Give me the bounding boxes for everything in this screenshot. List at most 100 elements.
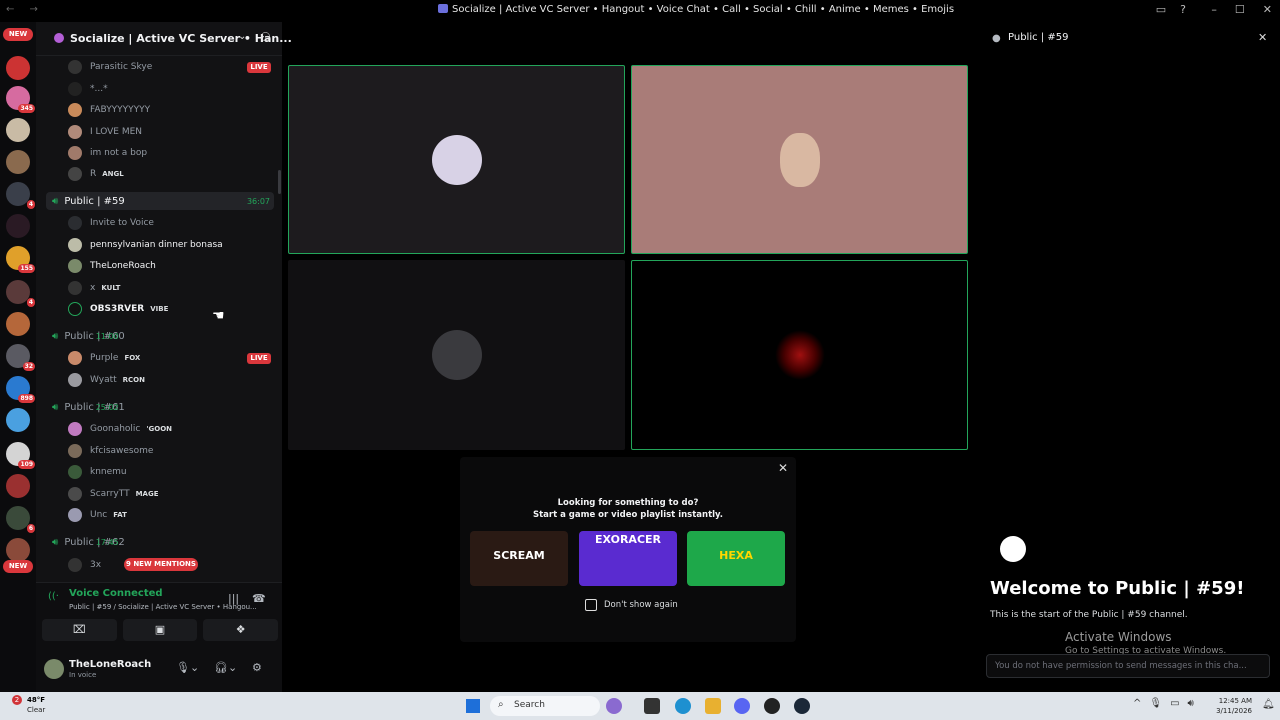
server-icon[interactable]: 109	[6, 442, 35, 469]
invite-people-icon[interactable]: ⚇	[260, 30, 271, 44]
notification-bell-icon[interactable]: 🔔︎	[1262, 699, 1275, 710]
server-icon[interactable]: 6	[6, 506, 35, 533]
server-avatar	[54, 33, 64, 43]
voice-member[interactable]: *...*	[68, 80, 108, 98]
server-icon[interactable]: 345	[6, 86, 35, 113]
taskbar-search[interactable]: ⌕ Search	[490, 696, 600, 716]
sidebar-scrollbar[interactable]	[278, 170, 281, 194]
member-name: OBS3RVER	[90, 304, 145, 314]
help-icon[interactable]: ?	[1180, 3, 1186, 16]
user-status: In voice	[69, 671, 97, 679]
close-window-button[interactable]: ✕	[1263, 3, 1272, 16]
voice-member[interactable]: knnemu	[68, 463, 127, 481]
dont-show-label[interactable]: Don't show again	[604, 600, 678, 610]
server-icon[interactable]: 4	[6, 280, 35, 307]
game-card-hexa[interactable]: HEXA	[687, 531, 785, 586]
headphones-icon[interactable]: 🎧︎⌄	[214, 661, 237, 674]
game-card-scream[interactable]: SCREAM	[470, 531, 568, 586]
signal-icon[interactable]: ((·	[48, 591, 59, 602]
voice-member[interactable]: im not a bop	[68, 144, 147, 162]
gear-icon[interactable]: ⚙	[252, 661, 262, 674]
clock-date: 3/11/2026	[1216, 707, 1252, 715]
voice-member[interactable]: R ANGL	[68, 165, 124, 183]
server-icon[interactable]	[6, 312, 30, 336]
windows-start-icon[interactable]	[466, 699, 480, 713]
server-header[interactable]: Socialize | Active VC Server • Han... ⌄ …	[36, 22, 292, 56]
weather-temp: 48°F	[27, 696, 46, 704]
microphone-icon[interactable]: 🎙︎⌄	[176, 661, 199, 674]
channel-sidebar: Socialize | Active VC Server • Han... ⌄ …	[36, 22, 292, 692]
disconnect-icon[interactable]: ☎	[252, 592, 266, 605]
edge-icon[interactable]	[675, 698, 691, 714]
voice-member[interactable]: ScarryTT MAGE	[68, 485, 159, 503]
voice-member[interactable]: Wyatt RCON	[68, 371, 145, 389]
server-icon[interactable]	[6, 56, 30, 80]
close-icon[interactable]: ✕	[778, 461, 788, 475]
video-tile[interactable]	[631, 65, 968, 254]
camera-off-button[interactable]: ⌧	[42, 619, 117, 641]
server-icon[interactable]: 4	[6, 182, 35, 209]
welcome-heading: Welcome to Public | #59!	[990, 578, 1245, 599]
server-icon[interactable]	[6, 408, 30, 432]
voice-member[interactable]: OBS3RVER VIBE	[68, 300, 168, 318]
server-icon[interactable]: 155	[6, 246, 35, 273]
voice-member[interactable]: x KULT	[68, 279, 120, 297]
voice-channel-public-60[interactable]: 🔊︎ Public | #60 11:00	[52, 327, 125, 345]
channel-name: Public | #59	[64, 195, 125, 207]
taskbar-clock[interactable]: 12:45 AM 3/11/2026	[1214, 696, 1252, 716]
weather-widget[interactable]: 48°F Clear	[27, 695, 45, 715]
voice-member[interactable]: kfcisawesome	[68, 442, 153, 460]
voice-member[interactable]: Unc FAT	[68, 506, 127, 524]
voice-member[interactable]: Goonaholic 'GOON	[68, 420, 172, 438]
voice-member[interactable]: 3x	[68, 556, 101, 574]
server-icon[interactable]: 898	[6, 376, 35, 403]
inbox-icon[interactable]: ▭	[1156, 3, 1166, 16]
history-nav[interactable]: ← →	[6, 4, 44, 15]
task-view-icon[interactable]	[644, 698, 660, 714]
file-explorer-icon[interactable]	[705, 698, 721, 714]
voice-member[interactable]: Purple FOX	[68, 349, 140, 367]
member-name: knnemu	[90, 467, 127, 477]
avatar	[68, 238, 82, 252]
steam-icon[interactable]	[794, 698, 810, 714]
game-card-exoracer[interactable]: EXORACER	[579, 531, 677, 586]
member-tag: ANGL	[102, 170, 124, 178]
activities-button[interactable]: ❖	[203, 619, 279, 641]
voice-member[interactable]: TheLoneRoach	[68, 257, 156, 275]
avatar[interactable]	[44, 659, 64, 679]
obs-icon[interactable]	[764, 698, 780, 714]
voice-member[interactable]: pennsylvanian dinner bonasa	[68, 236, 223, 254]
invite-to-voice[interactable]: Invite to Voice	[68, 214, 154, 232]
member-tag: 'GOON	[146, 425, 173, 433]
server-icon[interactable]	[6, 474, 30, 498]
voice-channel-public-59[interactable]: 🔊︎ Public | #59 36:07	[46, 192, 274, 210]
system-tray-icons[interactable]: ^🎙︎▭🔊︎	[1133, 698, 1202, 709]
server-icon[interactable]	[6, 214, 30, 238]
close-icon[interactable]: ✕	[1258, 31, 1267, 44]
server-icon[interactable]	[6, 118, 30, 142]
server-icon[interactable]: 32	[6, 344, 35, 371]
minimize-button[interactable]: –	[1211, 3, 1217, 16]
copilot-icon[interactable]	[606, 698, 622, 714]
noise-suppression-icon[interactable]: |||	[228, 592, 239, 605]
voice-member[interactable]: Parasitic Skye	[68, 58, 152, 76]
user-name[interactable]: TheLoneRoach	[69, 659, 151, 670]
video-tile[interactable]	[631, 260, 968, 450]
chevron-down-icon[interactable]: ⌄	[238, 31, 246, 42]
maximize-button[interactable]: ☐	[1235, 3, 1245, 16]
user-panel: TheLoneRoach In voice 🎙︎⌄ 🎧︎⌄ ⚙	[36, 651, 282, 691]
video-tile[interactable]	[288, 260, 625, 450]
server-icon[interactable]	[6, 538, 30, 562]
new-mentions-badge[interactable]: 9 NEW MENTIONS	[124, 558, 198, 571]
message-input[interactable]: You do not have permission to send messa…	[986, 654, 1270, 678]
dont-show-checkbox[interactable]	[585, 599, 597, 611]
screen-share-button[interactable]: ▣	[122, 619, 198, 641]
server-icon[interactable]	[6, 150, 30, 174]
voice-member[interactable]: FABYYYYYYYY	[68, 101, 150, 119]
voice-channel-public-61[interactable]: 🔊︎ Public | #61 25:02	[52, 398, 125, 416]
discord-icon[interactable]	[734, 698, 750, 714]
voice-member[interactable]: I LOVE MEN	[68, 123, 142, 141]
voice-status[interactable]: Voice Connected	[69, 588, 163, 599]
voice-channel-public-62[interactable]: 🔊︎ Public | #62 17:45	[52, 533, 125, 551]
video-tile[interactable]	[288, 65, 625, 254]
